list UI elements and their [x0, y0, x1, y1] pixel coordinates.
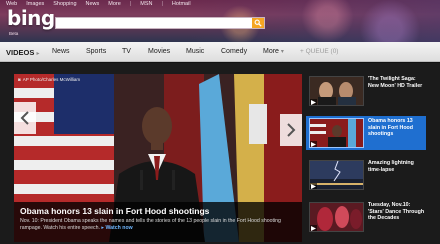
topnav-separator: |: [129, 1, 132, 7]
video-thumbnail: [309, 76, 364, 106]
tab-videos[interactable]: VIDEOS ▸: [6, 48, 39, 57]
camera-icon: ◙: [18, 77, 21, 82]
tab-news[interactable]: News: [52, 48, 70, 55]
tab-sports[interactable]: Sports: [86, 48, 106, 55]
next-button[interactable]: [280, 114, 302, 146]
tab-tv[interactable]: TV: [122, 48, 131, 55]
video-caption: Obama honors 13 slain in Fort Hood shoot…: [14, 202, 302, 242]
queue-button[interactable]: + QUEUE (0): [300, 48, 338, 55]
beta-label: Beta: [9, 31, 19, 36]
topnav-more[interactable]: More: [108, 1, 121, 7]
search-button[interactable]: [252, 18, 264, 28]
tab-music[interactable]: Music: [186, 48, 204, 55]
header: Web Images Shopping News More | MSN | Ho…: [0, 0, 440, 42]
tab-videos-label: VIDEOS: [6, 48, 35, 57]
related-videos: 'The Twilight Saga: New Moon' HD Trailer…: [306, 74, 440, 244]
topnav-msn[interactable]: MSN: [140, 1, 152, 7]
chevron-right-icon: [287, 123, 296, 137]
search-box: [55, 17, 265, 35]
chevron-right-icon: ▸: [36, 51, 40, 57]
topnav-shopping[interactable]: Shopping: [53, 1, 76, 7]
video-thumbnail: [309, 160, 364, 190]
play-icon: [310, 141, 317, 147]
topnav-hotmail[interactable]: Hotmail: [172, 1, 191, 7]
search-input[interactable]: [56, 24, 252, 35]
previous-button[interactable]: [14, 102, 36, 134]
play-icon: [310, 183, 317, 189]
list-item[interactable]: Obama honors 13 slain in Fort Hood shoot…: [306, 116, 426, 150]
chevron-down-icon: ▾: [280, 49, 284, 55]
queue-label: QUEUE (0): [305, 48, 339, 55]
tab-comedy[interactable]: Comedy: [221, 48, 247, 55]
watch-now-link[interactable]: ▸ Watch now: [101, 225, 132, 231]
featured-video[interactable]: ◙ AP Photo/Charles McWilliam Obama honor…: [14, 74, 302, 242]
watch-now-label: Watch now: [105, 224, 133, 231]
tab-movies[interactable]: Movies: [148, 48, 170, 55]
tab-more-label: More: [263, 48, 279, 55]
video-thumbnail: [309, 118, 364, 148]
chevron-left-icon: [20, 111, 29, 125]
video-panel: ◙ AP Photo/Charles McWilliam Obama honor…: [0, 63, 440, 244]
photo-credit-text: AP Photo/Charles McWilliam: [22, 77, 81, 82]
list-item[interactable]: Tuesday, Nov.10: 'Stars' Dance Through t…: [306, 200, 426, 234]
list-item[interactable]: 'The Twilight Saga: New Moon' HD Trailer: [306, 74, 426, 108]
magnifier-icon: [254, 19, 262, 27]
topnav-news[interactable]: News: [86, 1, 100, 7]
list-item-title: 'The Twilight Saga: New Moon' HD Trailer: [368, 76, 423, 89]
topnav-separator: |: [161, 1, 163, 7]
list-item[interactable]: Amazing lightning time-lapse: [306, 158, 426, 192]
bing-logo[interactable]: bing: [7, 6, 55, 30]
tab-more[interactable]: More ▾: [263, 48, 284, 55]
list-item-title: Obama honors 13 slain in Fort Hood shoot…: [368, 118, 414, 138]
photo-credit: ◙ AP Photo/Charles McWilliam: [18, 77, 80, 82]
list-item-title: Amazing lightning time-lapse: [368, 160, 414, 173]
play-icon: [310, 99, 317, 105]
video-description-text: Nov. 10: President Obama speaks the name…: [20, 218, 281, 231]
video-description: Nov. 10: President Obama speaks the name…: [20, 218, 296, 231]
video-thumbnail: [309, 202, 364, 232]
play-icon: [310, 225, 317, 231]
list-item-title: Tuesday, Nov.10: 'Stars' Dance Through t…: [368, 202, 425, 222]
category-bar: VIDEOS ▸ News Sports TV Movies Music Com…: [0, 42, 440, 62]
video-title[interactable]: Obama honors 13 slain in Fort Hood shoot…: [20, 206, 296, 216]
